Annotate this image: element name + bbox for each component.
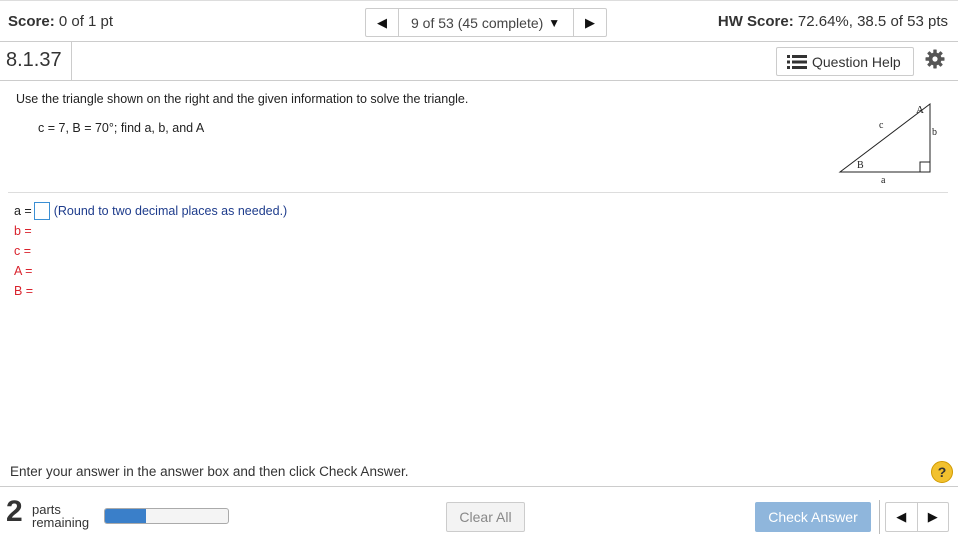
arrow-left-icon: ◀ — [896, 509, 907, 524]
hw-score-value: 72.64%, 38.5 of 53 pts — [797, 13, 948, 30]
answer-a-label: a = — [14, 204, 32, 218]
question-bar: 8.1.37 Question Help — [0, 42, 958, 81]
hw-score-label: HW Score: — [717, 13, 794, 30]
footer-next-button[interactable]: ▶ — [918, 503, 949, 531]
side-a-label: a — [881, 175, 886, 186]
question-number: 8.1.37 — [0, 42, 72, 80]
footer-question-navigator: ◀ ▶ — [885, 502, 949, 532]
question-position: 9 of 53 (45 complete) — [411, 14, 544, 31]
answer-row-c: c = — [14, 241, 287, 261]
footer-instruction: Enter your answer in the answer box and … — [10, 464, 409, 479]
vertex-a-label: A — [916, 104, 924, 116]
question-help-label: Question Help — [812, 53, 901, 70]
answer-row-b: b = — [14, 221, 287, 241]
right-triangle-figure: A B c b a — [838, 102, 937, 186]
arrow-right-icon: ▶ — [927, 509, 938, 524]
parts-remaining-label: parts remaining — [32, 503, 89, 529]
parts-remaining-count: 2 — [6, 495, 23, 528]
parts-label-line2: remaining — [32, 515, 90, 530]
answer-c-label: c = — [14, 244, 32, 258]
hw-score: HW Score: 72.64%, 38.5 of 53 pts — [718, 13, 948, 30]
progress-fill — [105, 509, 146, 523]
parts-progress-bar — [104, 508, 229, 524]
score-label: Score: — [8, 13, 55, 30]
rounding-hint: (Round to two decimal places as needed.) — [53, 204, 288, 218]
gear-icon[interactable] — [925, 49, 945, 69]
list-icon — [787, 54, 807, 69]
clear-all-button[interactable]: Clear All — [446, 502, 525, 532]
question-help-button[interactable]: Question Help — [776, 47, 914, 76]
score-value: 0 of 1 pt — [58, 13, 114, 30]
answer-B-label: B = — [14, 284, 34, 298]
question-selector-dropdown[interactable]: 9 of 53 (45 complete) ▼ — [398, 9, 574, 36]
question-navigator: ◀ 9 of 53 (45 complete) ▼ ▶ — [365, 8, 607, 37]
answer-row-A: A = — [14, 261, 287, 281]
side-b-label: b — [932, 127, 937, 138]
caret-down-icon: ▼ — [548, 15, 561, 30]
divider — [879, 500, 880, 534]
answer-area: a = (Round to two decimal places as need… — [14, 201, 287, 301]
check-answer-button[interactable]: Check Answer — [755, 502, 871, 532]
score: Score: 0 of 1 pt — [8, 13, 113, 30]
answer-row-a: a = (Round to two decimal places as need… — [14, 201, 287, 221]
answer-A-label: A = — [14, 264, 33, 278]
previous-question-button[interactable]: ◀ — [366, 9, 398, 36]
given-information: c = 7, B = 70°; find a, b, and A — [38, 121, 205, 135]
arrow-right-icon: ▶ — [585, 14, 595, 30]
arrow-left-icon: ◀ — [377, 14, 387, 30]
question-instruction: Use the triangle shown on the right and … — [16, 92, 469, 106]
next-question-button[interactable]: ▶ — [574, 9, 606, 36]
divider — [8, 192, 948, 193]
side-c-label: c — [879, 120, 884, 131]
vertex-b-label: B — [857, 160, 864, 171]
help-question-icon[interactable]: ? — [931, 461, 953, 483]
answer-b-label: b = — [14, 224, 32, 238]
footer-previous-button[interactable]: ◀ — [886, 503, 918, 531]
answer-row-B: B = — [14, 281, 287, 301]
top-bar: Score: 0 of 1 pt ◀ 9 of 53 (45 complete)… — [0, 0, 958, 42]
answer-a-input[interactable] — [33, 202, 50, 220]
